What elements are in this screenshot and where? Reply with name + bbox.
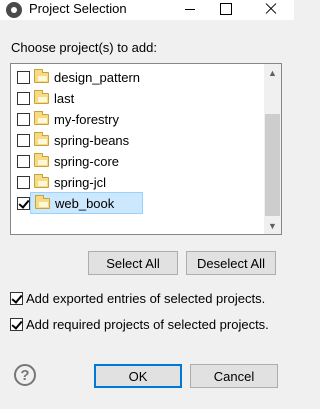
folder-icon bbox=[34, 89, 49, 104]
help-icon[interactable]: ? bbox=[14, 364, 36, 386]
selection-highlight: web_book bbox=[30, 192, 144, 214]
project-name: last bbox=[54, 90, 75, 106]
list-item[interactable]: my-forestry bbox=[17, 110, 121, 128]
required-projects-checkbox[interactable] bbox=[10, 318, 23, 331]
project-name: spring-jcl bbox=[54, 174, 107, 190]
project-checkbox[interactable] bbox=[17, 154, 30, 168]
project-name: design_pattern bbox=[54, 69, 141, 85]
project-name: web_book bbox=[55, 195, 115, 211]
instruction-label: Choose project(s) to add: bbox=[11, 40, 157, 55]
project-checkbox[interactable] bbox=[17, 133, 30, 147]
project-checkbox[interactable] bbox=[17, 112, 30, 126]
exported-entries-label: Add exported entries of selected project… bbox=[26, 291, 266, 306]
title-bar[interactable]: Project Selection bbox=[0, 0, 294, 20]
project-name: my-forestry bbox=[54, 111, 119, 127]
project-name: spring-core bbox=[54, 153, 120, 169]
list-item[interactable]: web_book bbox=[17, 192, 144, 214]
folder-icon bbox=[35, 194, 50, 209]
exported-entries-checkbox[interactable] bbox=[10, 292, 23, 305]
ok-button[interactable]: OK bbox=[94, 364, 182, 388]
list-item[interactable]: last bbox=[17, 89, 76, 107]
select-all-button[interactable]: Select All bbox=[88, 251, 178, 275]
project-list[interactable]: design_pattern last my-forestry spring-b… bbox=[10, 63, 282, 235]
scroll-up-arrow-icon[interactable]: ▲ bbox=[264, 64, 281, 81]
folder-icon bbox=[34, 173, 49, 188]
list-item[interactable]: spring-jcl bbox=[17, 173, 108, 191]
project-checkbox[interactable] bbox=[17, 70, 30, 84]
required-projects-label: Add required projects of selected projec… bbox=[26, 317, 269, 332]
scrollbar-thumb[interactable] bbox=[265, 114, 280, 216]
project-checkbox[interactable] bbox=[17, 91, 30, 105]
folder-icon bbox=[34, 131, 49, 146]
minimize-button[interactable] bbox=[175, 0, 205, 18]
required-projects-option[interactable]: Add required projects of selected projec… bbox=[10, 317, 269, 332]
project-checkbox[interactable] bbox=[17, 175, 30, 189]
folder-icon bbox=[34, 152, 49, 167]
folder-icon bbox=[34, 110, 49, 125]
vertical-scrollbar[interactable]: ▲ ▼ bbox=[264, 64, 281, 234]
project-checkbox[interactable] bbox=[17, 196, 30, 210]
project-name: spring-beans bbox=[54, 132, 130, 148]
exported-entries-option[interactable]: Add exported entries of selected project… bbox=[10, 291, 265, 306]
window-title: Project Selection bbox=[29, 1, 127, 16]
folder-icon bbox=[34, 68, 49, 83]
eclipse-icon bbox=[6, 2, 22, 18]
cancel-button[interactable]: Cancel bbox=[190, 364, 278, 388]
list-item[interactable]: spring-beans bbox=[17, 131, 131, 149]
deselect-all-button[interactable]: Deselect All bbox=[186, 251, 276, 275]
list-item[interactable]: design_pattern bbox=[17, 68, 142, 86]
close-button[interactable] bbox=[255, 0, 285, 18]
maximize-button[interactable] bbox=[210, 0, 240, 18]
list-item[interactable]: spring-core bbox=[17, 152, 121, 170]
scroll-down-arrow-icon[interactable]: ▼ bbox=[264, 217, 281, 234]
